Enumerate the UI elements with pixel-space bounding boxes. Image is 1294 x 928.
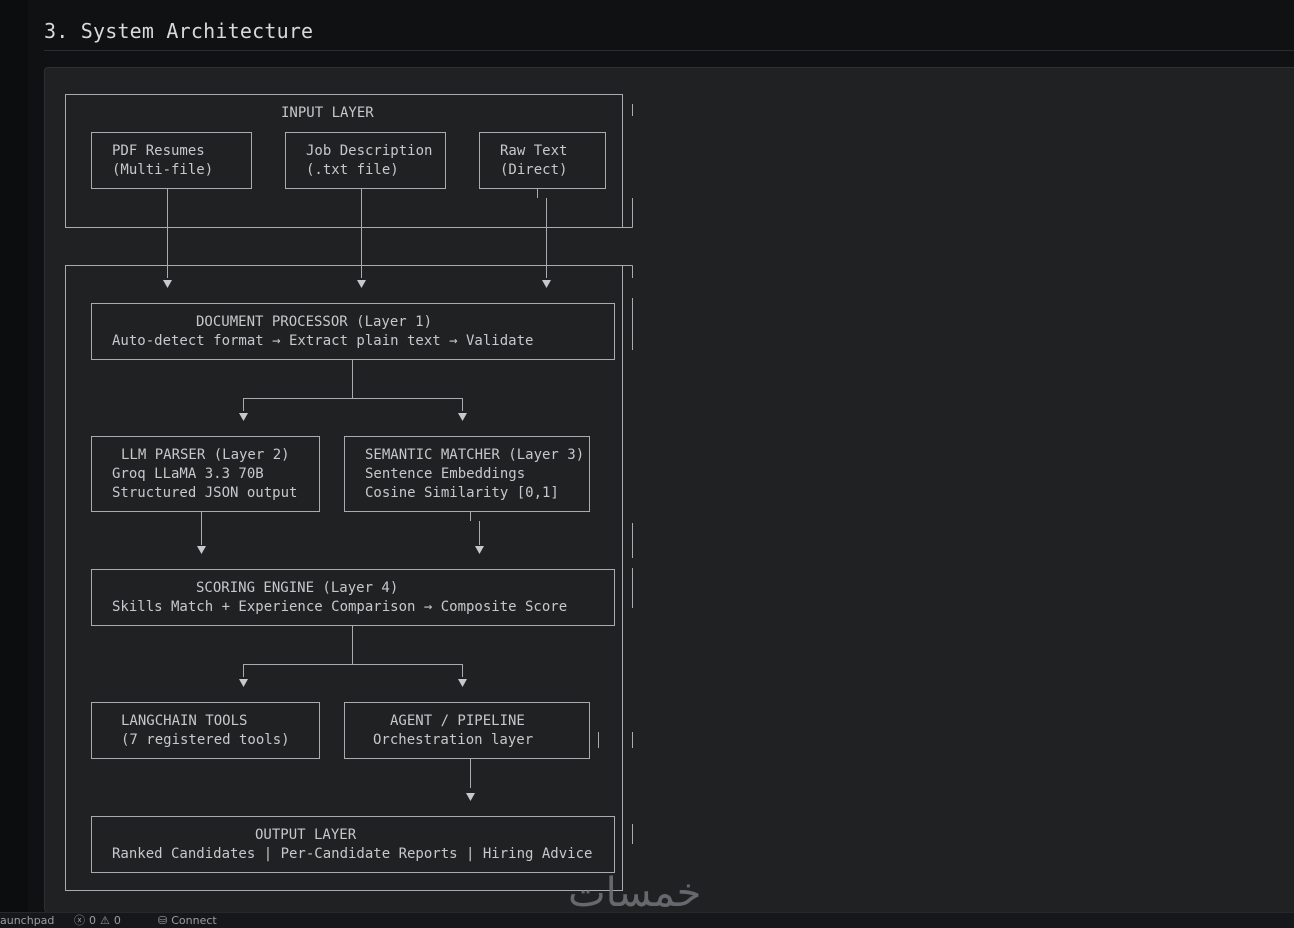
problems-indicator[interactable]: ⓧ 0 ⚠ 0 (74, 915, 121, 927)
database-icon: ⛁ (158, 914, 168, 927)
heading-divider (44, 50, 1294, 51)
doc-processor-title: DOCUMENT PROCESSOR (Layer 1) (196, 314, 432, 330)
error-count: 0 (89, 914, 96, 927)
langchain-tools-line2: (7 registered tools) (121, 732, 290, 748)
app-window: 3. System Architecture INPUT LAYER PDF R… (0, 0, 1294, 928)
source-jd-line1: Job Description (306, 143, 432, 159)
ascii-diagram-block: INPUT LAYER PDF Resumes (Multi-file) Job… (44, 67, 1294, 913)
source-raw-line1: Raw Text (500, 143, 567, 159)
doc-processor-flow: Auto-detect format → Extract plain text … (112, 333, 533, 349)
arrow-parser (239, 413, 248, 421)
arrow-raw (542, 280, 551, 288)
error-circle-icon: ⓧ (74, 914, 85, 927)
langchain-tools-box (91, 702, 320, 759)
arrow-pdf (163, 280, 172, 288)
agent-pipeline-title: AGENT / PIPELINE (390, 713, 525, 729)
scoring-engine-title: SCORING ENGINE (Layer 4) (196, 580, 398, 596)
agent-pipeline-box (344, 702, 590, 759)
agent-pipeline-line2: Orchestration layer (373, 732, 533, 748)
arrow-jd (357, 280, 366, 288)
source-raw-line2: (Direct) (500, 162, 567, 178)
doc-processor-box (91, 303, 615, 360)
semantic-matcher-line3: Cosine Similarity [0,1] (365, 485, 559, 501)
connect-label: Connect (171, 914, 217, 927)
scoring-engine-flow: Skills Match + Experience Comparison → C… (112, 599, 567, 615)
arrow-tools (239, 679, 248, 687)
arrow-score-left (197, 546, 206, 554)
llm-parser-line3: Structured JSON output (112, 485, 297, 501)
left-gutter (0, 0, 28, 912)
source-box-raw (479, 132, 606, 189)
arrow-output (466, 793, 475, 801)
arrow-agent (458, 679, 467, 687)
source-box-pdf (91, 132, 252, 189)
output-layer-line2: Ranked Candidates | Per-Candidate Report… (112, 846, 592, 862)
warning-count: 0 (113, 914, 121, 927)
source-pdf-line1: PDF Resumes (112, 143, 205, 159)
warning-triangle-icon: ⚠ (100, 914, 110, 927)
launchpad-item[interactable]: aunchpad (0, 915, 54, 927)
scoring-engine-box (91, 569, 615, 626)
status-bar: aunchpad ⓧ 0 ⚠ 0 ⛁ Connect (0, 912, 1294, 928)
output-layer-title: OUTPUT LAYER (255, 827, 357, 843)
section-heading: 3. System Architecture (44, 19, 314, 43)
llm-parser-line2: Groq LLaMA 3.3 70B (112, 466, 264, 482)
source-box-jd (285, 132, 446, 189)
architecture-diagram: INPUT LAYER PDF Resumes (Multi-file) Job… (65, 94, 633, 891)
connect-item[interactable]: ⛁ Connect (158, 915, 217, 927)
launchpad-label: aunchpad (0, 914, 55, 927)
langchain-tools-title: LANGCHAIN TOOLS (121, 713, 247, 729)
source-pdf-line2: (Multi-file) (112, 162, 213, 178)
semantic-matcher-line2: Sentence Embeddings (365, 466, 525, 482)
output-layer-box (91, 816, 615, 873)
watermark-logo: خمسات (568, 870, 702, 916)
semantic-matcher-title: SEMANTIC MATCHER (Layer 3) (365, 447, 584, 463)
llm-parser-title: LLM PARSER (Layer 2) (121, 447, 290, 463)
input-layer-title: INPUT LAYER (281, 105, 374, 121)
source-jd-line2: (.txt file) (306, 162, 399, 178)
arrow-score-right (475, 546, 484, 554)
arrow-matcher (458, 413, 467, 421)
